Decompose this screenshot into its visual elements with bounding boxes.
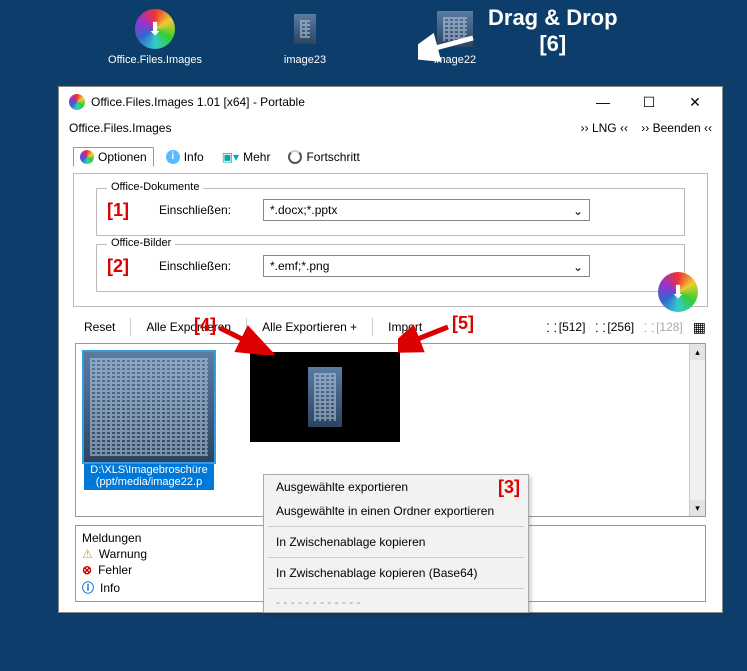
tab-label: Info bbox=[184, 150, 204, 164]
thumbnail bbox=[84, 352, 214, 462]
combo-value: *.docx;*.pptx bbox=[270, 203, 337, 217]
include-label: Einschließen: bbox=[159, 203, 239, 217]
size-icon: ⸬ bbox=[644, 319, 654, 336]
annotation-4: [4] bbox=[194, 315, 216, 336]
annotation-2: [2] bbox=[107, 256, 135, 277]
group-legend: Office-Dokumente bbox=[107, 181, 203, 193]
warning-icon: ⚠ bbox=[82, 547, 93, 561]
context-menu: Ausgewählte exportieren Ausgewählte in e… bbox=[263, 474, 529, 613]
info-icon: i bbox=[166, 150, 180, 164]
minimize-button[interactable]: — bbox=[580, 87, 626, 117]
group-legend: Office-Bilder bbox=[107, 237, 175, 249]
thumbnail bbox=[250, 352, 400, 442]
options-icon bbox=[80, 150, 94, 164]
tab-label: Optionen bbox=[98, 150, 147, 164]
annotation-1: [1] bbox=[107, 200, 135, 221]
combo-value: *.emf;*.png bbox=[270, 259, 329, 273]
close-button[interactable]: ✕ bbox=[672, 87, 718, 117]
scroll-up-icon[interactable]: ▴ bbox=[690, 344, 705, 360]
app-icon bbox=[69, 94, 85, 110]
docs-include-combo[interactable]: *.docx;*.pptx ⌄ bbox=[263, 199, 590, 221]
maximize-button[interactable]: ☐ bbox=[626, 87, 672, 117]
titlebar: Office.Files.Images 1.01 [x64] - Portabl… bbox=[59, 87, 722, 117]
annotation-3: [3] bbox=[498, 477, 520, 498]
info-icon: ⓘ bbox=[82, 579, 94, 596]
annotation-5: [5] bbox=[452, 313, 474, 334]
size-512-button[interactable]: ⸬[512] bbox=[547, 319, 586, 336]
group-office-documents: Office-Dokumente [1] Einschließen: *.doc… bbox=[96, 188, 685, 236]
more-icon: ▣▾ bbox=[222, 150, 239, 164]
menu-more[interactable]: - - - - - - - - - - - - bbox=[264, 592, 528, 612]
menu-app[interactable]: Office.Files.Images bbox=[69, 121, 171, 135]
arrow-icon bbox=[418, 32, 478, 62]
arrow-icon bbox=[398, 324, 458, 354]
gallery-item-selected[interactable]: D:\XLS\Imagebroschüre (ppt/media/image22… bbox=[84, 352, 214, 490]
scrollbar[interactable]: ▴ ▾ bbox=[689, 344, 705, 516]
size-icon: ⸬ bbox=[595, 319, 605, 336]
reset-button[interactable]: Reset bbox=[75, 317, 124, 337]
menu-export-selected[interactable]: Ausgewählte exportieren bbox=[264, 475, 528, 499]
group-office-images: Office-Bilder [2] Einschließen: *.emf;*.… bbox=[96, 244, 685, 292]
gallery-item[interactable] bbox=[250, 352, 400, 442]
progress-icon bbox=[288, 150, 302, 164]
tab-label: Fortschritt bbox=[306, 150, 359, 164]
window-title: Office.Files.Images 1.01 [x64] - Portabl… bbox=[91, 95, 580, 109]
scroll-down-icon[interactable]: ▾ bbox=[690, 500, 705, 516]
size-icon: ⸬ bbox=[547, 319, 557, 336]
menu-lng[interactable]: ›› LNG ‹‹ bbox=[581, 121, 628, 135]
size-256-button[interactable]: ⸬[256] bbox=[595, 319, 634, 336]
desktop-icon-label: image23 bbox=[284, 54, 326, 66]
annotation-drag-drop: Drag & Drop [6] bbox=[488, 5, 618, 58]
view-grid-button[interactable]: ▦ bbox=[693, 319, 706, 336]
tab-more[interactable]: ▣▾ Mehr bbox=[216, 147, 277, 167]
desktop-icon-image23[interactable]: image23 bbox=[260, 8, 350, 66]
error-icon: ⊗ bbox=[82, 563, 92, 577]
tab-info[interactable]: i Info bbox=[160, 147, 210, 167]
menu-copy-clipboard[interactable]: In Zwischenablage kopieren bbox=[264, 530, 528, 554]
chevron-down-icon: ⌄ bbox=[573, 260, 583, 274]
include-label: Einschließen: bbox=[159, 259, 239, 273]
menu-copy-clipboard-b64[interactable]: In Zwischenablage kopieren (Base64) bbox=[264, 561, 528, 585]
app-logo: ⬇ bbox=[658, 272, 698, 312]
toolbar: Reset Alle Exportieren Alle Exportieren … bbox=[59, 313, 722, 343]
arrow-icon bbox=[215, 325, 275, 355]
menu-export-selected-folder[interactable]: Ausgewählte in einen Ordner exportieren bbox=[264, 499, 528, 523]
tab-options[interactable]: Optionen bbox=[73, 147, 154, 167]
tab-progress[interactable]: Fortschritt bbox=[282, 147, 365, 167]
imgs-include-combo[interactable]: *.emf;*.png ⌄ bbox=[263, 255, 590, 277]
thumbnail-caption: D:\XLS\Imagebroschüre (ppt/media/image22… bbox=[84, 462, 214, 490]
desktop-icon-app[interactable]: ⬇ Office.Files.Images bbox=[110, 8, 200, 66]
menu-exit[interactable]: ›› Beenden ‹‹ bbox=[641, 121, 712, 135]
tab-label: Mehr bbox=[243, 150, 270, 164]
size-128-button[interactable]: ⸬[128] bbox=[644, 319, 683, 336]
chevron-down-icon: ⌄ bbox=[573, 204, 583, 218]
desktop-icon-label: Office.Files.Images bbox=[108, 54, 202, 66]
